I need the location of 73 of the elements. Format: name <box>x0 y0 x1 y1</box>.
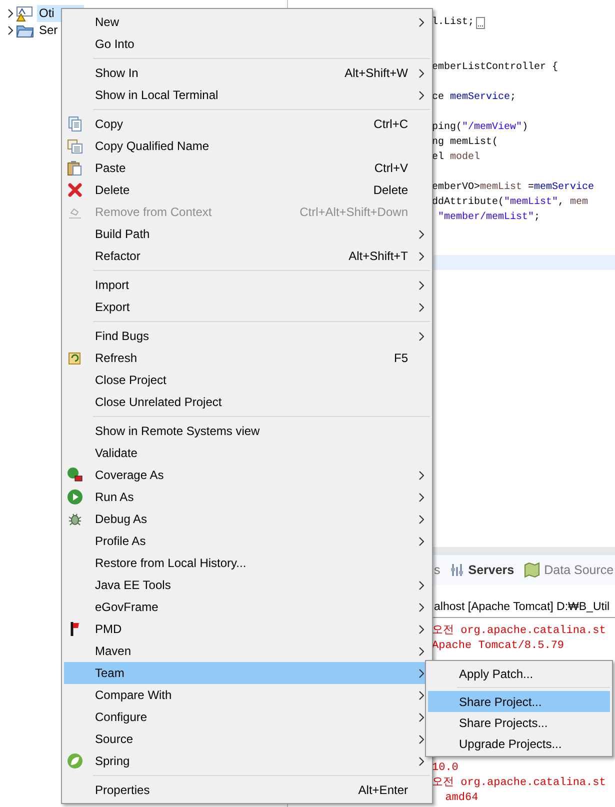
menu-item[interactable]: Apply Patch... <box>428 663 610 684</box>
menu-item[interactable]: Build Path <box>64 223 430 245</box>
shortcut-text: Delete <box>373 183 408 197</box>
menu-item[interactable]: Show in Remote Systems view <box>64 420 430 442</box>
shortcut-text: Alt+Enter <box>358 783 408 797</box>
console-line: Apache Tomcat/8.5.79 <box>432 640 564 652</box>
bug-icon <box>67 511 83 527</box>
code-line: ng memList( <box>432 136 498 150</box>
menu-item[interactable]: Go Into <box>64 33 430 55</box>
menu-item[interactable]: Paste Ctrl+V <box>64 157 430 179</box>
code-line: ddAttribute("memList", mem <box>432 196 588 210</box>
menu-item[interactable]: Restore from Local History... <box>64 552 430 574</box>
menu-item[interactable]: Compare With <box>64 684 430 706</box>
menu-item[interactable]: Validate <box>64 442 430 464</box>
menu-item[interactable]: Upgrade Projects... <box>428 733 610 754</box>
menu-item[interactable]: Source <box>64 728 430 750</box>
code-line: "member/memList"; <box>438 210 540 225</box>
copy-icon <box>67 116 83 132</box>
menu-item[interactable]: Run As <box>64 486 430 508</box>
console-line: 오전 org.apache.catalina.st <box>432 625 606 637</box>
menu-item[interactable]: Properties Alt+Enter <box>64 779 430 801</box>
clipboard-icon <box>67 160 83 176</box>
menu-item[interactable]: Close Project <box>64 369 430 391</box>
map-icon <box>524 562 540 578</box>
copy-icon <box>67 138 83 154</box>
panel-tab[interactable]: s <box>434 563 440 577</box>
menu-item[interactable]: Coverage As <box>64 464 430 486</box>
menu-item[interactable]: Java EE Tools <box>64 574 430 596</box>
folded-code-icon[interactable] <box>476 17 486 29</box>
shortcut-text: Ctrl+Alt+Shift+Down <box>300 205 408 219</box>
shortcut-text: F5 <box>394 351 408 365</box>
refresh-icon <box>67 350 83 366</box>
menu-item[interactable]: Show In Alt+Shift+W <box>64 62 430 84</box>
code-line: emberVO>memList =memService <box>432 180 594 195</box>
console-line: 오전 org.apache.catalina.st <box>432 777 606 789</box>
menu-item[interactable]: Close Unrelated Project <box>64 391 430 413</box>
menu-item[interactable]: PMD <box>64 618 430 640</box>
menu-item[interactable]: Maven <box>64 640 430 662</box>
panel-tab[interactable]: Servers <box>450 563 514 577</box>
run-icon <box>67 489 83 505</box>
coverage-icon <box>67 467 83 483</box>
menu-item[interactable]: Delete Delete <box>64 179 430 201</box>
menu-item[interactable]: Configure <box>64 706 430 728</box>
shortcut-text: Ctrl+C <box>374 117 408 131</box>
menu-item[interactable]: Import <box>64 274 430 296</box>
code-line: ping("/memView") <box>432 120 528 135</box>
code-line: el model <box>432 150 480 165</box>
shortcut-text: Alt+Shift+W <box>344 66 408 80</box>
menu-item[interactable]: Debug As <box>64 508 430 530</box>
console-line: 10.0 <box>432 762 458 774</box>
servers-icon <box>450 563 464 577</box>
leaf-icon <box>67 753 83 769</box>
folder-icon <box>16 23 34 38</box>
panel-tab[interactable]: Data Source <box>524 562 614 578</box>
menu-item[interactable]: Export <box>64 296 430 318</box>
menu-item[interactable]: Find Bugs <box>64 325 430 347</box>
menu-item[interactable]: Show in Local Terminal <box>64 84 430 106</box>
shortcut-text: Ctrl+V <box>374 161 408 175</box>
project-icon <box>16 5 34 22</box>
delete-icon <box>67 182 83 198</box>
menu-item[interactable]: Share Project... <box>428 691 610 712</box>
menu-item[interactable]: Spring <box>64 750 430 772</box>
menu-item[interactable]: Refactor Alt+Shift+T <box>64 245 430 267</box>
menu-item[interactable]: Copy Qualified Name <box>64 135 430 157</box>
menu-item[interactable]: Copy Ctrl+C <box>64 113 430 135</box>
shortcut-text: Alt+Shift+T <box>348 249 408 263</box>
code-line: l.List; <box>432 16 474 30</box>
menu-item[interactable]: Refresh F5 <box>64 347 430 369</box>
menu-item[interactable]: Profile As <box>64 530 430 552</box>
menu-item[interactable]: Share Projects... <box>428 712 610 733</box>
code-line: ce memService; <box>432 90 516 105</box>
code-line: emberListController { <box>432 60 558 75</box>
console-line: amd64 <box>444 792 478 804</box>
